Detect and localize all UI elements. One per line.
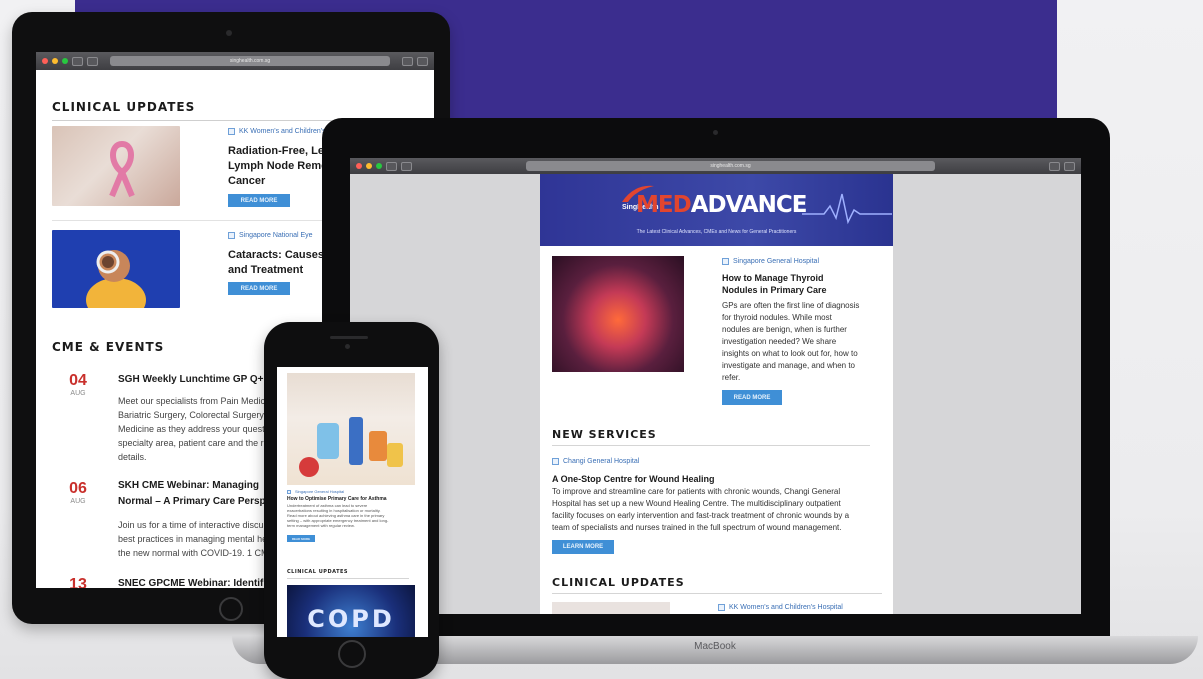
phone-screen: Singapore General Hospital How to Optimi… (277, 367, 428, 637)
asthma-inhalers-image (287, 373, 415, 485)
tablet-article-2-title[interactable]: Cataracts: Causes, and Treatment (228, 248, 327, 278)
zoom-dot-icon[interactable] (376, 163, 382, 169)
newsletter-email: SingHealth MEDADVANCE The Latest Clinica… (540, 174, 893, 614)
hospital-logo-icon (228, 232, 235, 239)
service-title[interactable]: A One-Stop Centre for Wound Healing (552, 472, 715, 487)
pink-ribbon-icon (109, 140, 135, 198)
new-services-heading: NEW SERVICES (552, 428, 870, 446)
tabs-icon[interactable] (417, 56, 428, 66)
event-date: 06 AUG (69, 480, 87, 505)
sidebar-icon[interactable] (87, 56, 98, 66)
copd-lungs-image: COPD (287, 585, 415, 637)
service-learn-more-button[interactable]: LEARN MORE (552, 540, 614, 554)
laptop-browser-toolbar: singhealth.com.sg (350, 158, 1081, 174)
phone-clinical-updates-heading: CLINICAL UPDATES (287, 569, 409, 579)
hospital-logo-icon (552, 458, 559, 465)
magnifier-person-image (52, 230, 180, 308)
thyroid-image (552, 256, 684, 372)
tablet-camera (226, 30, 232, 36)
feature-source: Singapore General Hospital (722, 258, 819, 265)
service-description: To improve and streamline care for patie… (552, 487, 850, 532)
pink-ribbon-image (52, 126, 180, 206)
close-dot-icon[interactable] (42, 58, 48, 64)
phone-article-title[interactable]: How to Optimise Primary Care for Asthma (287, 496, 387, 502)
feature-description: GPs are often the first line of diagnosi… (722, 301, 860, 382)
phone-read-more-button[interactable]: READ MORE (287, 535, 315, 542)
hospital-logo-icon (718, 604, 725, 611)
laptop-camera (713, 130, 718, 135)
event-date: 13 (69, 576, 87, 588)
tablet-address-bar[interactable]: singhealth.com.sg (110, 56, 390, 66)
laptop-device: singhealth.com.sg SingHealth MEDADVANCE … (322, 118, 1110, 638)
event-title[interactable]: SGH Weekly Lunchtime GP Q+ (118, 374, 264, 385)
back-forward-icon[interactable] (386, 161, 397, 171)
phone-device: Singapore General Hospital How to Optimi… (264, 322, 439, 679)
heartbeat-line-icon (802, 193, 892, 225)
back-forward-icon[interactable] (72, 56, 83, 66)
hospital-logo-icon (228, 128, 235, 135)
phone-home-button[interactable] (338, 640, 366, 668)
feature-read-more-button[interactable]: READ MORE (722, 390, 782, 405)
zoom-dot-icon[interactable] (62, 58, 68, 64)
service-source: Changi General Hospital (552, 458, 639, 465)
medadvance-banner: SingHealth MEDADVANCE The Latest Clinica… (540, 174, 893, 246)
phone-camera (345, 344, 350, 349)
tablet-article-2-source: Singapore National Eye (228, 232, 313, 239)
clinical-source: KK Women's and Children's Hospital (718, 604, 843, 611)
tablet-article-1-title[interactable]: Radiation-Free, Lea Lymph Node Remo Canc… (228, 144, 330, 189)
tablet-article-2-read-more-button[interactable]: READ MORE (228, 282, 290, 295)
phone-article-source: Singapore General Hospital (287, 489, 344, 494)
laptop-clinical-updates-heading: CLINICAL UPDATES (552, 576, 882, 594)
hospital-logo-icon (287, 489, 291, 494)
clinical-thumbnail (552, 602, 670, 614)
minimize-dot-icon[interactable] (52, 58, 58, 64)
tabs-icon[interactable] (1064, 161, 1075, 171)
event-date: 04 AUG (69, 372, 87, 397)
feature-title[interactable]: How to Manage Thyroid Nodules in Primary… (722, 272, 827, 296)
event-title[interactable]: SKH CME Webinar: Managing Normal – A Pri… (118, 478, 266, 510)
minimize-dot-icon[interactable] (366, 163, 372, 169)
tablet-browser-toolbar: singhealth.com.sg (36, 52, 434, 70)
share-icon[interactable] (1049, 161, 1060, 171)
close-dot-icon[interactable] (356, 163, 362, 169)
laptop-screen: singhealth.com.sg SingHealth MEDADVANCE … (350, 158, 1081, 614)
phone-article-description: Undertreatment of asthma can lead to sev… (287, 503, 389, 528)
medadvance-logo: MEDADVANCE (636, 192, 807, 218)
copd-text: COPD (307, 605, 395, 633)
share-icon[interactable] (402, 56, 413, 66)
tablet-home-button[interactable] (219, 597, 243, 621)
tablet-article-1-read-more-button[interactable]: READ MORE (228, 194, 290, 207)
event-title[interactable]: SNEC GPCME Webinar: Identif (118, 578, 263, 588)
banner-tagline: The Latest Clinical Advances, CMEs and N… (636, 229, 797, 235)
phone-speaker (330, 336, 368, 339)
sidebar-icon[interactable] (401, 161, 412, 171)
hospital-logo-icon (722, 258, 729, 265)
laptop-address-bar[interactable]: singhealth.com.sg (526, 161, 935, 171)
